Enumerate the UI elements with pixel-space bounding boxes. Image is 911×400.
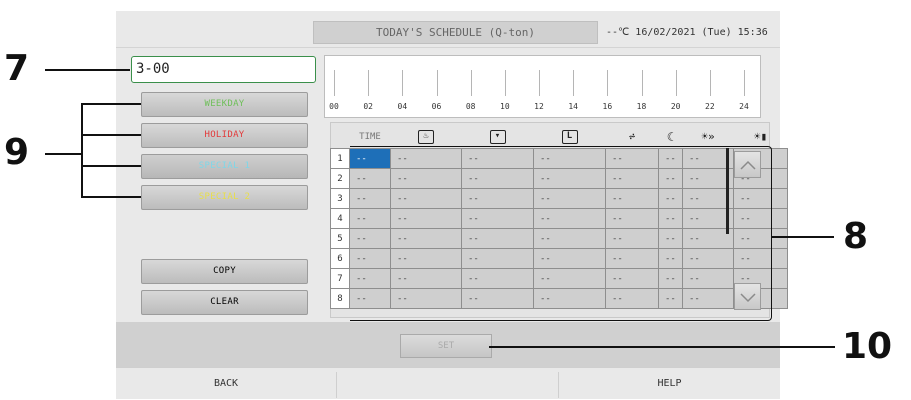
timeline-tick-label: 24 <box>739 102 749 111</box>
callout-8-line <box>772 236 834 238</box>
callout-9-line <box>45 153 81 155</box>
copy-button[interactable]: COPY <box>141 259 308 284</box>
time-column-header: TIME <box>359 131 381 142</box>
callout-9-branch <box>81 103 141 105</box>
back-button[interactable]: BACK <box>116 368 336 400</box>
timeline-tick-label: 22 <box>705 102 715 111</box>
unit-icon: ▾ <box>462 125 534 149</box>
callout-10: 10 <box>842 326 893 367</box>
callout-8: 8 <box>843 216 869 257</box>
clear-button[interactable]: CLEAR <box>141 290 308 315</box>
callout-9-bracket <box>81 103 83 196</box>
callout-8-bracket <box>350 146 772 321</box>
level-L-icon: L <box>534 125 606 149</box>
callout-9-branch <box>81 165 141 167</box>
tariff-icon: ⩫ <box>628 130 636 143</box>
timeline-tick <box>436 70 438 96</box>
row-number: 1 <box>330 148 350 169</box>
callout-7: 7 <box>4 48 30 89</box>
callout-7-line <box>45 69 130 71</box>
page-title: TODAY'S SCHEDULE (Q-ton) <box>313 21 598 44</box>
timeline-bar: 00 02 04 06 08 10 12 14 16 18 20 22 24 <box>324 55 761 118</box>
timeline-tick-label: 20 <box>670 102 681 111</box>
timeline-tick-label: 02 <box>363 102 373 111</box>
timeline-tick-label: 04 <box>397 102 408 111</box>
timeline-tick <box>675 70 677 96</box>
row-number-header <box>331 125 350 149</box>
timeline-tick <box>504 70 506 96</box>
row-number: 6 <box>330 248 350 269</box>
callout-9-branch <box>81 196 141 198</box>
timeline-tick-label: 18 <box>636 102 647 111</box>
group-field[interactable]: 3-00 <box>131 56 316 83</box>
weekday-button[interactable]: WEEKDAY <box>141 92 308 117</box>
timeline-tick-label: 00 <box>329 102 339 111</box>
night-mode-icon: ☾ <box>666 129 675 144</box>
timeline-tick-label: 12 <box>534 102 544 111</box>
row-number: 7 <box>330 268 350 289</box>
callout-9: 9 <box>4 132 30 173</box>
nav-blank-button[interactable] <box>337 368 558 400</box>
timeline-tick <box>402 70 404 96</box>
timeline-tick <box>573 70 575 96</box>
holiday-button[interactable]: HOLIDAY <box>141 123 308 148</box>
timeline-tick <box>334 70 335 96</box>
timeline-tick <box>607 70 609 96</box>
row-number: 8 <box>330 288 350 309</box>
callout-10-line <box>489 346 835 348</box>
timeline-tick <box>368 70 370 96</box>
row-number: 3 <box>330 188 350 209</box>
timeline-tick-label: 14 <box>568 102 578 111</box>
timeline-tick <box>709 70 711 96</box>
timeline-tick-label: 10 <box>500 102 510 111</box>
special-2-button[interactable]: SPECIAL 2 <box>141 185 308 210</box>
timeline-tick-label: 06 <box>431 102 442 111</box>
boost-icon: ☀» <box>701 130 715 143</box>
timeline-tick-label: 16 <box>602 102 613 111</box>
hot-water-temperature-icon: ♨ <box>391 125 462 149</box>
bottom-nav: BACK HELP <box>116 367 780 399</box>
help-button[interactable]: HELP <box>559 368 780 400</box>
peak-cut-icon: ☀▮ <box>753 130 768 143</box>
timeline-tick <box>539 70 540 96</box>
special-1-button[interactable]: SPECIAL 1 <box>141 154 308 179</box>
timeline-tick <box>470 70 472 96</box>
row-number: 2 <box>330 168 350 189</box>
row-number: 4 <box>330 208 350 229</box>
row-number: 5 <box>330 228 350 249</box>
timeline-tick <box>641 70 643 96</box>
status-readout: --℃ 16/02/2021 (Tue) 15:36 <box>606 27 768 38</box>
timeline-tick <box>744 70 745 96</box>
timeline-tick-label: 08 <box>465 102 476 111</box>
callout-9-branch <box>81 134 141 136</box>
set-button[interactable]: SET <box>400 334 492 358</box>
